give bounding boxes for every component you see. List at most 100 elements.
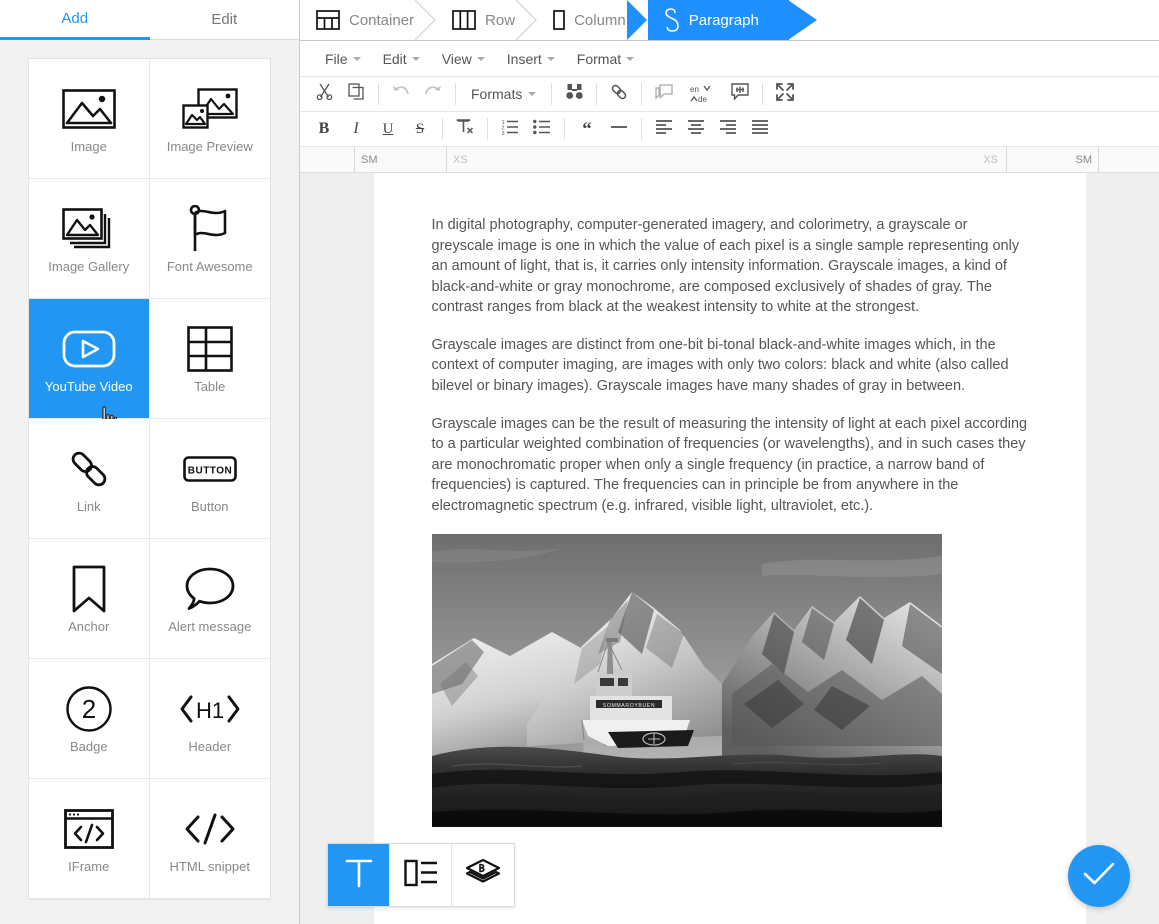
paragraph-3[interactable]: Grayscale images can be the result of me… [432, 414, 1028, 517]
find-replace-button[interactable] [559, 80, 589, 108]
underline-icon: U [382, 120, 394, 137]
sidebar-item-label: Font Awesome [166, 258, 253, 274]
boat-name-label: SOMMAROYBUEN [602, 703, 654, 709]
translate-icon: en de [689, 83, 715, 106]
comment-button[interactable] [649, 80, 679, 108]
copy-button[interactable] [341, 80, 371, 108]
iframe-window-icon [63, 803, 114, 855]
comment-icon [655, 83, 673, 105]
ruler-label-sm-left: SM [361, 153, 378, 166]
ruler-label-xs-right: XS [983, 153, 998, 166]
toolbar-separator [378, 83, 379, 105]
sidebar-item-html-snippet[interactable]: HTML snippet [149, 779, 270, 899]
align-left-button[interactable] [649, 115, 679, 143]
sidebar-item-iframe[interactable]: IFrame [29, 779, 150, 899]
menu-edit[interactable]: Edit [374, 47, 429, 71]
sidebar-item-anchor[interactable]: Anchor [29, 539, 150, 659]
tab-edit[interactable]: Edit [149, 0, 299, 40]
blockquote-button[interactable]: “ [572, 115, 602, 143]
redo-button[interactable] [418, 80, 448, 108]
sidebar-item-label: Table [194, 378, 226, 394]
undo-button[interactable] [386, 80, 416, 108]
photo-artwork: SOMMAROYBUEN [431, 533, 942, 827]
ruler-xs-span[interactable]: XS XS [447, 147, 1007, 172]
formats-dropdown[interactable]: Formats [463, 80, 544, 108]
numbered-list-icon: 123 [501, 119, 519, 140]
strikethrough-button[interactable]: S [405, 115, 435, 143]
sidebar-item-label: Header [188, 738, 232, 754]
grayscale-mountain-boat-photo[interactable]: SOMMAROYBUEN [431, 533, 942, 827]
app-root: Add Edit Image Image Preview Image Galle… [0, 0, 1159, 924]
clear-formatting-button[interactable] [450, 115, 480, 143]
breadcrumb-item-column[interactable]: Column [537, 0, 648, 40]
align-justify-button[interactable] [745, 115, 775, 143]
sidebar-item-image-preview[interactable]: Image Preview [149, 59, 270, 179]
editor-canvas[interactable]: In digital photography, computer-generat… [300, 173, 1159, 924]
sidebar-item-image-gallery[interactable]: Image Gallery [29, 179, 150, 299]
chevron-down-icon [476, 56, 485, 61]
italic-button[interactable]: I [341, 115, 371, 143]
ruler-gutter-right [1099, 147, 1159, 172]
breadcrumb-item-container[interactable]: Container [300, 0, 437, 40]
confirm-button[interactable] [1068, 845, 1130, 907]
sidebar-item-table[interactable]: Table [149, 299, 270, 419]
sidebar-item-youtube-video[interactable]: YouTube Video [29, 299, 150, 436]
menu-view[interactable]: View [433, 47, 494, 71]
ruler-sm-right[interactable]: SM [1007, 147, 1099, 172]
document-page[interactable]: In digital photography, computer-generat… [373, 173, 1086, 924]
sidebar-item-button[interactable]: BUTTON Button [149, 419, 270, 539]
strikethrough-icon: S [415, 120, 425, 137]
paragraph-2[interactable]: Grayscale images are distinct from one-b… [432, 335, 1028, 397]
responsive-ruler: SM XS XS SM [300, 147, 1159, 173]
sidebar-item-badge[interactable]: 2 Badge [29, 659, 150, 779]
breadcrumb-item-row[interactable]: Row [436, 0, 538, 40]
menu-format[interactable]: Format [568, 47, 643, 71]
sidebar-item-alert-message[interactable]: Alert message [149, 539, 270, 659]
horizontal-rule-button[interactable] [604, 115, 634, 143]
image-preview-icon [182, 83, 238, 135]
tab-add[interactable]: Add [0, 0, 150, 40]
svg-text:BUTTON: BUTTON [188, 465, 232, 476]
layers-tool-button[interactable] [452, 844, 514, 906]
text-tool-button[interactable] [328, 844, 390, 906]
sidebar-item-label: Alert message [168, 618, 252, 634]
sidebar-item-image[interactable]: Image [29, 59, 150, 179]
paragraph-1[interactable]: In digital photography, computer-generat… [432, 215, 1028, 318]
underline-button[interactable]: U [373, 115, 403, 143]
clear-formatting-icon [456, 118, 474, 140]
layers-stack-icon [465, 858, 501, 893]
ruler-sm-left[interactable]: SM [355, 147, 447, 172]
badge-circle-icon: 2 [66, 683, 112, 735]
sidebar-scroll-area[interactable]: Image Image Preview Image Gallery Font A… [0, 40, 299, 924]
sidebar-item-font-awesome[interactable]: Font Awesome [149, 179, 270, 299]
sidebar-item-header[interactable]: H1 Header [149, 659, 270, 779]
svg-text:en: en [690, 85, 699, 94]
chevron-down-icon [352, 56, 361, 61]
fullscreen-button[interactable] [770, 80, 800, 108]
paragraph-pilcrow-icon [664, 8, 680, 32]
bottom-toolbar [327, 843, 515, 907]
main-panel: Container Row Column Paragraph File Edit… [300, 0, 1159, 924]
annotation-button[interactable] [725, 80, 755, 108]
youtube-play-icon [62, 323, 116, 375]
align-center-button[interactable] [681, 115, 711, 143]
translate-button[interactable]: en de [681, 80, 723, 108]
toolbar-row-2: B I U S 123 “ [300, 112, 1159, 147]
layout-tool-button[interactable] [390, 844, 452, 906]
cut-button[interactable] [309, 80, 339, 108]
svg-text:de: de [698, 95, 707, 103]
toolbar-separator [641, 118, 642, 140]
menu-file[interactable]: File [316, 47, 370, 71]
insert-link-button[interactable] [604, 80, 634, 108]
bullet-list-button[interactable] [527, 115, 557, 143]
breadcrumb-chevron-icon [787, 0, 817, 40]
numbered-list-button[interactable]: 123 [495, 115, 525, 143]
bold-button[interactable]: B [309, 115, 339, 143]
toolbar-separator [487, 118, 488, 140]
toolbar-separator [762, 83, 764, 105]
align-right-button[interactable] [713, 115, 743, 143]
menu-insert[interactable]: Insert [498, 47, 564, 71]
tab-edit-label: Edit [211, 11, 238, 28]
sidebar-item-link[interactable]: Link [29, 419, 150, 539]
breadcrumb-item-paragraph[interactable]: Paragraph [647, 0, 817, 40]
